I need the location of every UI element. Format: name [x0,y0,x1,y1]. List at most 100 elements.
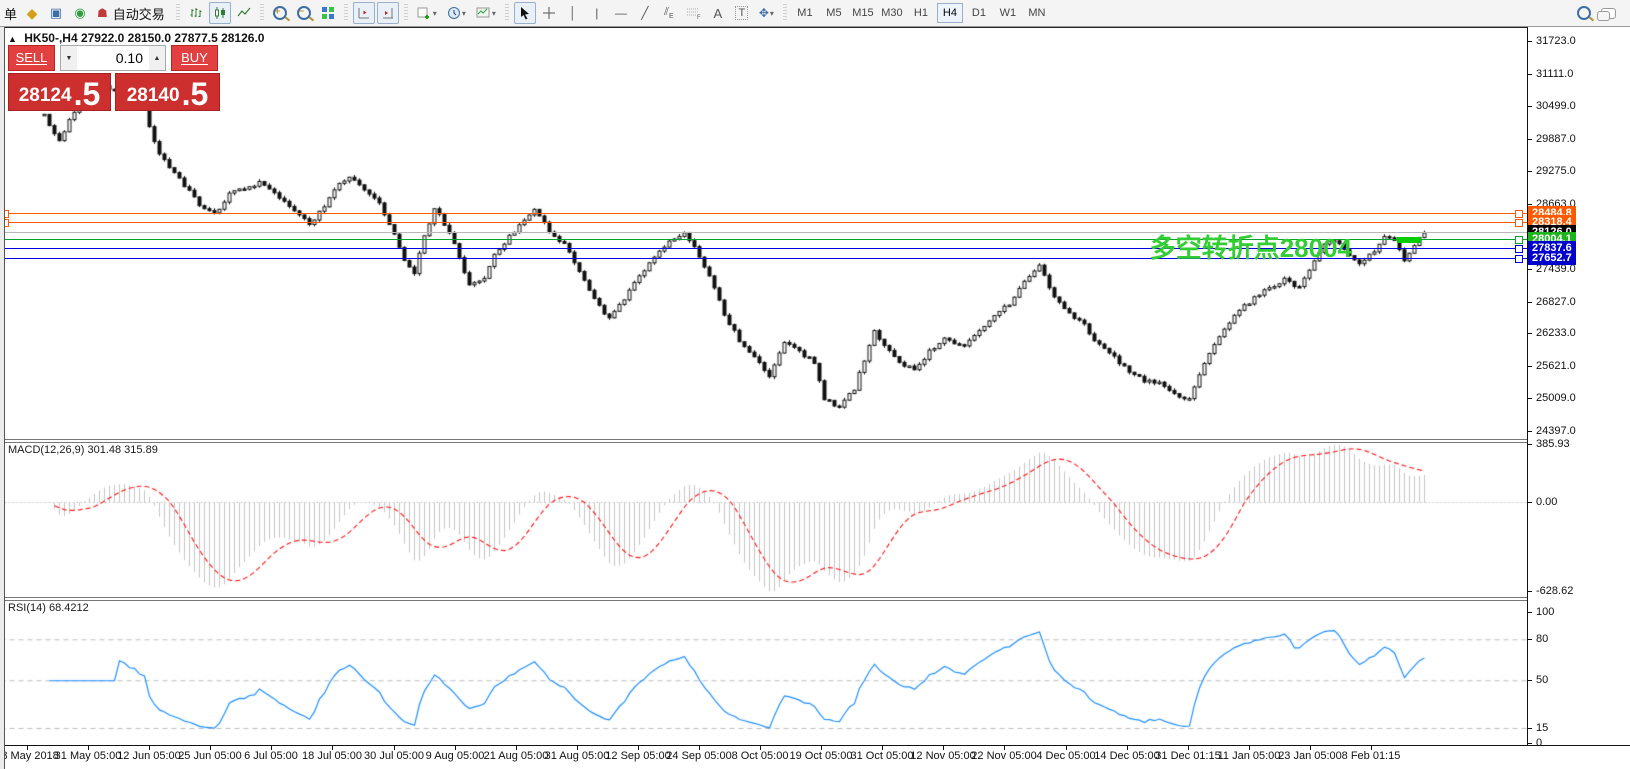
timeframe-button-m15[interactable]: M15 [850,3,876,23]
sell-price-box[interactable]: 28124.5 [8,73,111,111]
time-tick-mark [516,746,517,750]
toolbar-grip [783,4,787,22]
toolbar-grip [176,4,180,22]
time-tick-mark [1004,746,1005,750]
crosshair-tool-icon[interactable] [538,2,560,24]
time-tick-label: 6 Jul 05:00 [244,750,298,762]
add-indicator-icon[interactable]: ▾ [413,2,441,24]
line-handle[interactable] [1515,219,1523,227]
price-tick: 29887.0 [1536,133,1576,145]
time-tick-mark [577,746,578,750]
timeframe-button-m1[interactable]: M1 [792,3,818,23]
chart-template-icon[interactable]: ▾ [472,2,500,24]
accounts-icon[interactable]: ▣ [45,2,67,24]
text-label-tool-icon[interactable]: T [731,2,753,24]
timeframe-button-mn[interactable]: MN [1024,3,1050,23]
trendline-tool-icon[interactable]: ╱ [634,2,656,24]
axis-tick-mark [1528,366,1532,367]
time-tick-mark [271,746,272,750]
text-tool-icon[interactable]: A [707,2,729,24]
line-chart-type-icon[interactable] [233,2,255,24]
axis-tick-mark [1528,680,1532,681]
pivot-highlight-marker[interactable] [1397,237,1421,243]
time-tick-mark [1249,746,1250,750]
timeframe-toolbar: M1M5M15M30H1H4D1W1MN [792,3,1050,23]
cursor-tool-icon[interactable] [514,2,536,24]
axis-tick-mark [1528,333,1532,334]
axis-tick-mark [1528,639,1532,640]
toolbar-grip [505,4,509,22]
price-level-badge-27652.7: 27652.7 [1528,251,1576,265]
bull-bear-pivot-annotation[interactable]: 多空转折点28004 [1150,228,1352,265]
market-watch-icon[interactable]: ◆ [21,2,43,24]
buy-price-box[interactable]: 28140.5 [115,73,220,111]
tile-windows-icon[interactable] [317,2,339,24]
timeframe-button-h1[interactable]: H1 [908,3,934,23]
axis-tick-mark [1528,612,1532,613]
time-axis[interactable]: 18 May 201831 May 05:0012 Jun 05:0025 Ju… [0,745,1630,769]
arrows-tool-icon[interactable]: ✥▾ [755,2,778,24]
bar-chart-type-icon[interactable] [185,2,207,24]
volume-input[interactable]: 0.10 [77,46,149,70]
price-tick: 29275.0 [1536,165,1576,177]
search-icon[interactable] [1577,6,1591,20]
time-tick-label: 30 Jul 05:00 [364,750,424,762]
time-tick-label: 25 Jun 05:00 [178,750,242,762]
buy-button[interactable]: BUY [171,45,218,71]
time-tick-mark [27,746,28,750]
price-axis[interactable]: 31723.031111.030499.029887.029275.028663… [1527,27,1630,745]
timeframe-button-d1[interactable]: D1 [966,3,992,23]
rsi-pane-canvas[interactable] [0,601,1527,745]
price-tick: 25009.0 [1536,392,1576,404]
line-handle[interactable] [1515,255,1523,263]
algo-trading-button[interactable]: ☗ 自动交易 [93,2,171,24]
timeframe-button-m30[interactable]: M30 [879,3,905,23]
auto-scroll-icon[interactable] [353,2,375,24]
pane-separator[interactable] [0,597,1630,601]
period-clock-icon[interactable]: ▾ [443,2,470,24]
equidistant-channel-tool-icon[interactable]: ⫽E [658,2,680,24]
line-handle[interactable] [1515,210,1523,218]
signals-icon[interactable]: ◉ [69,2,91,24]
horizontal-level-line-28318.4[interactable] [0,222,1527,223]
robot-icon: ☗ [97,6,108,20]
horizontal-line-tool-icon[interactable]: — [610,2,632,24]
time-tick-mark [882,746,883,750]
horizontal-level-line-28484.8[interactable] [0,213,1527,214]
time-tick-mark [1371,746,1372,750]
trade-panel-expand-icon[interactable]: ▲ [8,34,17,44]
time-tick-mark [210,746,211,750]
volume-increase-button[interactable]: ▲ [149,46,165,70]
pane-separator[interactable] [0,439,1630,443]
volume-decrease-button[interactable]: ▼ [61,46,77,70]
timeframe-button-m5[interactable]: M5 [821,3,847,23]
time-tick-mark [1127,746,1128,750]
axis-tick-mark [1528,74,1532,75]
chart-shift-icon[interactable] [377,2,399,24]
candlestick-chart-type-icon[interactable] [209,2,231,24]
time-tick-mark [699,746,700,750]
zoom-in-icon[interactable]: + [269,2,291,24]
macd-pane-canvas[interactable] [0,441,1527,597]
sell-button[interactable]: SELL [8,45,55,71]
time-tick-mark [821,746,822,750]
zoom-out-icon[interactable]: − [293,2,315,24]
line-handle[interactable] [1515,245,1523,253]
axis-tick-mark [1528,41,1532,42]
time-tick-mark [760,746,761,750]
time-tick-label: 12 Jun 05:00 [117,750,181,762]
line-handle[interactable] [1515,236,1523,244]
chat-icon[interactable] [1601,8,1616,19]
axis-tick-mark [1528,728,1532,729]
new-order-button[interactable]: 单 [2,4,19,23]
vertical-line-tool-icon-2[interactable]: | [586,2,608,24]
time-tick-mark [88,746,89,750]
vertical-line-tool-icon[interactable]: │ [562,2,584,24]
timeframe-button-h4[interactable]: H4 [937,3,963,23]
price-tick: 26827.0 [1536,296,1576,308]
timeframe-button-w1[interactable]: W1 [995,3,1021,23]
fibonacci-tool-icon[interactable]: F [682,2,705,24]
time-tick-label: 8 Oct 05:00 [732,750,789,762]
axis-tick-mark [1528,591,1532,592]
svg-text:F: F [697,15,701,20]
